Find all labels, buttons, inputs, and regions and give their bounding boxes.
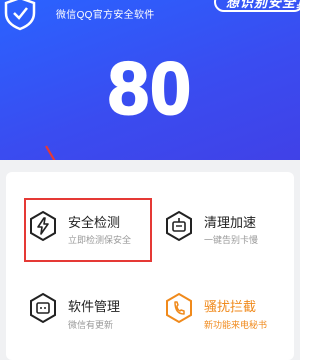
security-score[interactable]: 80 xyxy=(0,47,300,131)
tile-harassment-block[interactable]: 骚扰拦截 新功能来电秘书 xyxy=(162,276,288,340)
tile-subtitle: 一键告别卡慢 xyxy=(204,235,259,245)
tile-subtitle: 新功能来电秘书 xyxy=(204,320,268,330)
tile-title: 清理加速 xyxy=(204,215,257,230)
tile-cleanup-speedup[interactable]: 清理加速 一键告别卡慢 xyxy=(162,196,288,256)
certification-badge[interactable]: 想识别安全真实安全 xyxy=(214,0,300,12)
tile-software-manager[interactable]: 软件管理 微信有更新 xyxy=(24,276,150,340)
tile-title: 软件管理 xyxy=(68,299,121,314)
highlight-annotation xyxy=(24,198,152,262)
app-tagline: 微信QQ官方安全软件 xyxy=(56,10,155,21)
shield-check-icon xyxy=(4,0,36,31)
phone-block-icon xyxy=(166,292,192,324)
tile-subtitle: 微信有更新 xyxy=(68,320,114,330)
tile-title: 骚扰拦截 xyxy=(204,299,257,314)
broom-cleanup-icon xyxy=(166,210,192,242)
certification-badge-label: 想识别安全真实安全 xyxy=(226,0,300,10)
app-box-icon xyxy=(30,292,56,324)
